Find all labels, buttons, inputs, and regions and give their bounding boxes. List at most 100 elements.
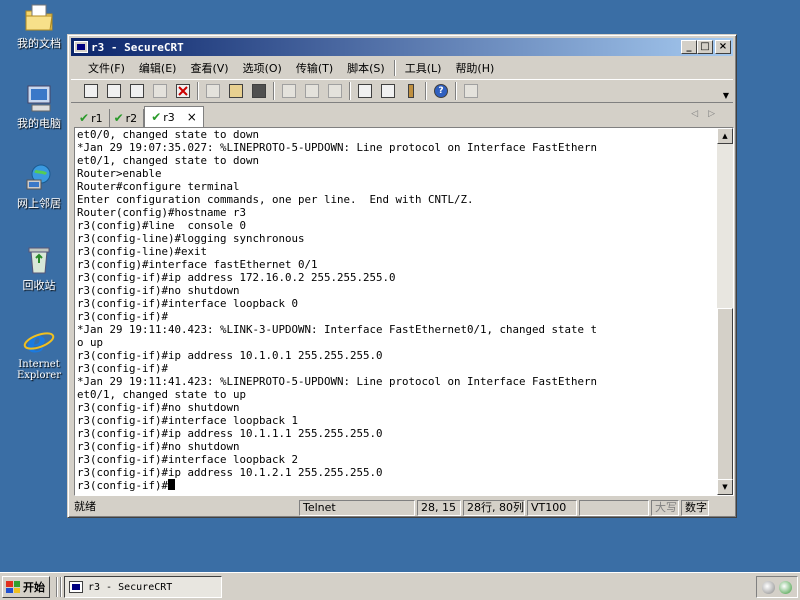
terminal-line: r3(config-if)#no shutdown [77,440,240,453]
keyboard-icon [464,84,478,98]
status-num-lock: 数字 [681,500,709,516]
terminal-line: *Jan 29 19:11:40.423: %LINK-3-UPDOWN: In… [77,323,598,336]
toolbar-overflow-icon[interactable]: ▼ [723,91,729,100]
taskbar: 开始 r3 - SecureCRT [0,572,800,600]
disconnect-icon [176,84,190,98]
help-button[interactable]: ? [431,81,451,101]
terminal-line: Router(config)#hostname r3 [77,206,247,219]
reconnect-button[interactable] [150,81,170,101]
status-caps-lock: 大写 [651,500,679,516]
tab-close-icon[interactable]: × [187,110,197,124]
terminal-prompt-line: r3(config-if)# [77,479,717,492]
connected-check-icon: ✔ [151,110,162,124]
desktop-icon-label: Internet Explorer [16,359,62,381]
connect-tab-icon [130,84,144,98]
desktop-icon-internet-explorer[interactable]: e Internet Explorer [6,324,72,381]
scroll-down-icon[interactable]: ▼ [717,479,733,495]
status-bar: 就绪 Telnet 28, 15 28行, 80列 VT100 大写 数字 [71,499,733,517]
network-places-icon [23,162,55,194]
vertical-scrollbar[interactable]: ▲ ▼ [717,128,733,495]
disconnect-button[interactable] [173,81,193,101]
tab-r1[interactable]: ✔ r1 [75,109,110,127]
find-button[interactable] [249,81,269,101]
terminal-output[interactable]: et0/0, changed state to down *Jan 29 19:0… [77,128,717,492]
menu-bar: 文件(F) 编辑(E) 查看(V) 选项(O) 传输(T) 脚本(S) 工具(L… [71,58,733,78]
terminal-line: Enter configuration commands, one per li… [77,193,474,206]
menu-view[interactable]: 查看(V) [183,60,235,76]
terminal-area[interactable]: et0/0, changed state to down *Jan 29 19:0… [74,127,734,496]
desktop-icon-my-computer[interactable]: 我的电脑 [6,82,72,130]
menu-transfer[interactable]: 传输(T) [289,60,340,76]
session-options-button[interactable] [355,81,375,101]
tab-scroll-arrows-icon[interactable]: ◁▷ [691,109,725,119]
desktop-icon-label: 网上邻居 [17,197,61,210]
svg-text:e: e [27,325,46,356]
print-selection-button[interactable] [302,81,322,101]
securecrt-app-icon[interactable] [74,41,88,53]
terminal-line: r3(config-if)#ip address 172.16.0.2 255.… [77,271,396,284]
my-documents-icon [23,2,55,34]
scroll-up-icon[interactable]: ▲ [717,128,733,144]
windows-logo-icon [6,581,20,593]
desktop-icon-network-places[interactable]: 网上邻居 [6,162,72,210]
menu-options[interactable]: 选项(O) [236,60,289,76]
print-setup-button[interactable] [325,81,345,101]
terminal-line: r3(config-if)#no shutdown [77,284,240,297]
connect-in-tab-button[interactable] [127,81,147,101]
tab-r2[interactable]: ✔ r2 [110,109,145,127]
securecrt-window[interactable]: r3 - SecureCRT _ □ × 文件(F) 编辑(E) 查看(V) 选… [67,34,737,518]
menu-tools[interactable]: 工具(L) [398,60,449,76]
tab-r3[interactable]: ✔ r3 × [144,106,204,127]
terminal-line: *Jan 29 19:11:41.423: %LINEPROTO-5-UPDOW… [77,375,598,388]
tray-network-icon[interactable] [779,580,792,594]
terminal-line: Router#configure terminal [77,180,240,193]
print-selection-icon [305,84,319,98]
toolbar: ? ▼ [71,79,733,103]
terminal-prompt: r3(config-if)# [77,479,169,492]
desktop-icon-recycle-bin[interactable]: 回收站 [6,244,72,292]
keymap-button[interactable] [401,81,421,101]
desktop-icon-label: 我的文档 [17,37,61,50]
maximize-button[interactable]: □ [697,40,713,54]
tray-sound-icon[interactable] [762,580,775,594]
start-button[interactable]: 开始 [2,576,50,598]
keyboard-button[interactable] [461,81,481,101]
global-options-button[interactable] [378,81,398,101]
quick-connect-button[interactable] [104,81,124,101]
terminal-line: *Jan 29 19:07:35.027: %LINEPROTO-5-UPDOW… [77,141,598,154]
connected-check-icon: ✔ [79,111,90,125]
session-options-icon [358,84,372,98]
terminal-line: r3(config-line)#logging synchronous [77,232,305,245]
printer-icon [328,84,342,98]
tab-label: r2 [125,111,138,125]
menu-help[interactable]: 帮助(H) [448,60,501,76]
close-button[interactable]: × [715,40,731,54]
taskbar-item-label: r3 - SecureCRT [88,581,173,593]
menu-file[interactable]: 文件(F) [81,60,132,76]
connect-icon [84,84,98,98]
menu-script[interactable]: 脚本(S) [340,60,392,76]
taskbar-item-securecrt[interactable]: r3 - SecureCRT [64,576,222,598]
status-ready: 就绪 [74,500,96,513]
paste-button[interactable] [226,81,246,101]
reconnect-icon [153,84,167,98]
copy-icon [206,84,220,98]
menu-edit[interactable]: 编辑(E) [132,60,184,76]
terminal-line: r3(config-if)#no shutdown [77,401,240,414]
status-emulation: VT100 [527,500,577,516]
title-bar[interactable]: r3 - SecureCRT _ □ × [71,38,733,56]
terminal-line: et0/0, changed state to down [77,128,260,141]
session-tabs: ✔ r1 ✔ r2 ✔ r3 × ◁▷ [71,105,733,127]
key-icon [408,84,414,98]
terminal-line: r3(config-if)#interface loopback 0 [77,297,299,310]
connect-button[interactable] [81,81,101,101]
scroll-thumb[interactable] [717,308,733,480]
terminal-line: r3(config-if)# [77,310,169,323]
terminal-line: o up [77,336,104,349]
print-button[interactable] [279,81,299,101]
terminal-line: Router>enable [77,167,162,180]
internet-explorer-icon: e [23,324,55,360]
minimize-button[interactable]: _ [681,40,697,54]
desktop-icon-my-documents[interactable]: 我的文档 [6,2,72,50]
copy-button[interactable] [203,81,223,101]
